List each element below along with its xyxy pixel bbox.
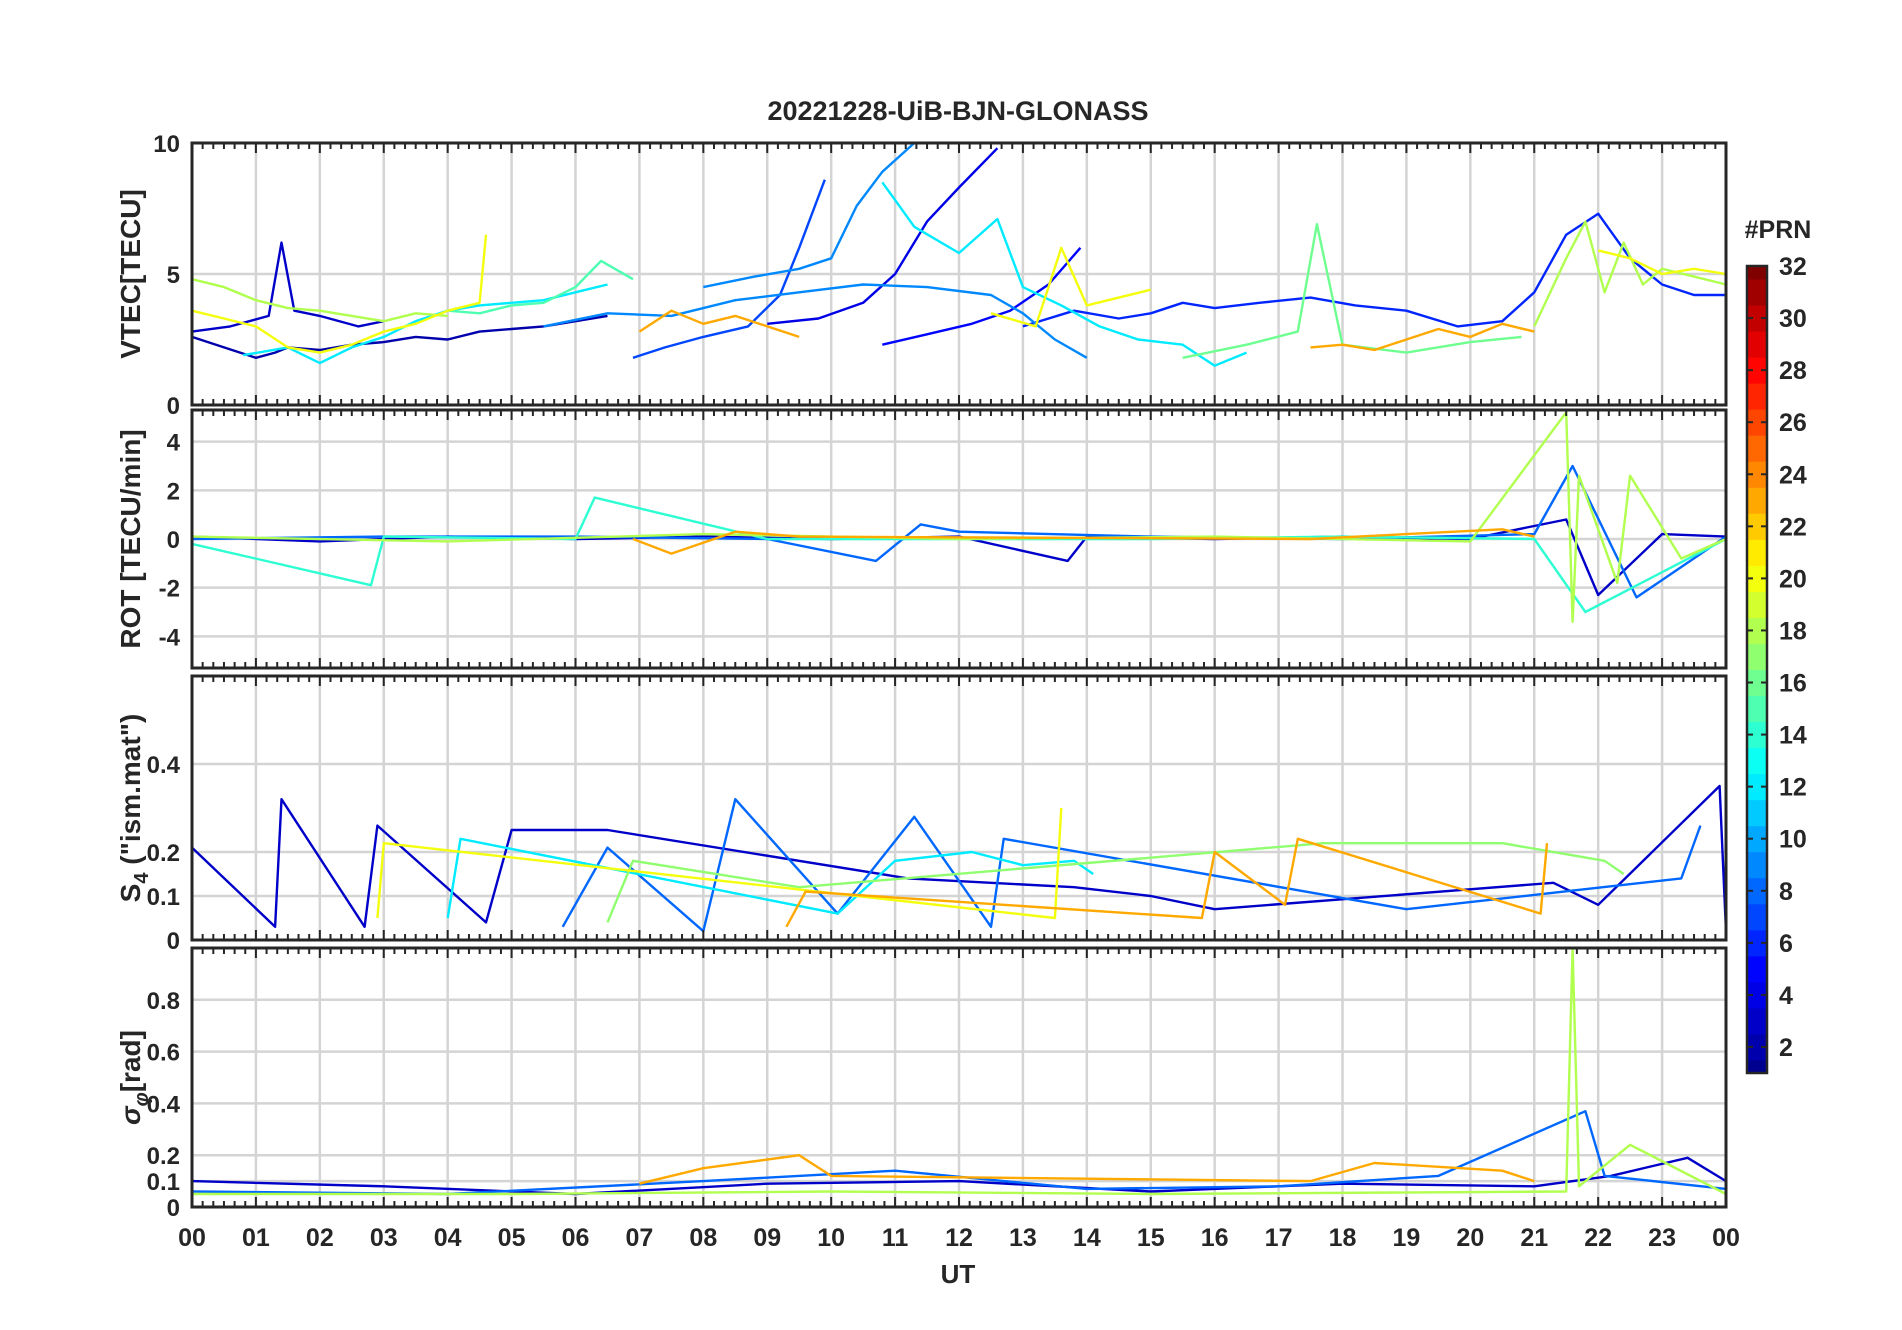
colorbar-tick-label: 18: [1779, 617, 1807, 645]
colorbar-tick-label: 32: [1779, 253, 1807, 281]
colorbar-swatch: [1747, 903, 1767, 931]
colorbar-tick-label: 24: [1779, 461, 1807, 489]
colorbar-swatch: [1747, 331, 1767, 358]
colorbar-tick-label: 4: [1779, 982, 1793, 1010]
colorbar-swatch: [1747, 279, 1767, 306]
x-tick-label: 04: [434, 1224, 462, 1252]
y-tick-label: 0.2: [147, 840, 180, 867]
x-tick-label: 20: [1456, 1224, 1484, 1252]
colorbar-swatch: [1747, 539, 1767, 566]
y-tick-label: 0: [167, 527, 180, 554]
x-tick-label: 17: [1265, 1224, 1293, 1252]
y-axis-label: ROT [TECU/min]: [115, 429, 146, 648]
chart-title: 20221228-UiB-BJN-GLONASS: [767, 96, 1148, 126]
x-tick-label: 05: [498, 1224, 526, 1252]
y-tick-label: -2: [159, 576, 180, 603]
y-axis-label-rest: [rad]: [115, 1030, 146, 1092]
colorbar-tick-label: 14: [1779, 722, 1807, 750]
x-tick-label: 15: [1137, 1224, 1165, 1252]
y-axis-label-main: σ: [115, 1105, 146, 1125]
x-tick-label: 18: [1329, 1224, 1357, 1252]
colorbar-tick-label: 2: [1779, 1034, 1793, 1062]
x-tick-label: 19: [1393, 1224, 1421, 1252]
x-tick-label: 02: [306, 1224, 334, 1252]
x-tick-label: 11: [882, 1224, 909, 1252]
colorbar-swatch: [1747, 799, 1767, 827]
colorbar-swatch: [1747, 435, 1767, 462]
colorbar-swatch: [1747, 1059, 1767, 1074]
x-tick-label: 03: [370, 1224, 398, 1252]
x-tick-label: 08: [689, 1224, 717, 1252]
y-tick-label: 5: [167, 262, 180, 289]
y-tick-label: 0: [167, 928, 180, 955]
colorbar-tick-label: 22: [1779, 513, 1807, 541]
y-tick-label: 0.2: [147, 1143, 180, 1170]
colorbar-swatch: [1747, 591, 1767, 618]
x-tick-label: 00: [1712, 1224, 1740, 1252]
colorbar-tick-label: 12: [1779, 774, 1807, 802]
y-tick-label: 10: [153, 131, 180, 158]
colorbar-tick-label: 8: [1779, 878, 1793, 906]
colorbar-tick-label: 30: [1779, 305, 1807, 333]
y-tick-label: 0.4: [147, 752, 181, 779]
y-tick-label: 2: [167, 478, 180, 505]
colorbar-label: #PRN: [1745, 216, 1812, 244]
x-tick-label: 06: [562, 1224, 590, 1252]
x-axis-label: UT: [941, 1259, 976, 1289]
colorbar-swatch: [1747, 266, 1767, 280]
x-tick-label: 16: [1201, 1224, 1229, 1252]
colorbar-tick-label: 10: [1779, 826, 1807, 854]
x-tick-label: 13: [1009, 1224, 1037, 1252]
x-tick-label: 22: [1584, 1224, 1612, 1252]
x-tick-label: 09: [753, 1224, 781, 1252]
colorbar-swatch: [1747, 487, 1767, 514]
colorbar-swatch: [1747, 695, 1767, 723]
x-tick-label: 01: [242, 1224, 270, 1252]
x-tick-label: 10: [817, 1224, 845, 1252]
figure: 20221228-UiB-BJN-GLONASS 0510VTEC[TECU]-…: [0, 0, 1902, 1330]
y-tick-label: 0: [167, 393, 180, 420]
x-tick-label: 23: [1648, 1224, 1676, 1252]
x-tick-label: 00: [178, 1224, 206, 1252]
y-axis-label-main: VTEC[TECU]: [115, 189, 146, 359]
y-tick-label: 0.6: [147, 1040, 180, 1067]
y-axis-label-sub: φ: [131, 1092, 153, 1106]
y-axis-label-main: ROT [TECU/min]: [115, 429, 146, 648]
colorbar-swatch: [1747, 955, 1767, 983]
colorbar-swatch: [1747, 1007, 1767, 1035]
y-tick-label: 0: [167, 1195, 180, 1222]
colorbar-swatch: [1747, 851, 1767, 879]
colorbar-swatch: [1747, 643, 1767, 670]
y-axis-label-main: S: [115, 884, 146, 903]
colorbar-tick-label: 16: [1779, 670, 1807, 698]
x-tick-label: 07: [626, 1224, 654, 1252]
x-tick-label: 21: [1520, 1224, 1548, 1252]
colorbar-tick-label: 20: [1779, 565, 1807, 593]
y-tick-label: 4: [167, 430, 181, 457]
colorbar-swatch: [1747, 383, 1767, 410]
x-tick-label: 14: [1073, 1224, 1101, 1252]
colorbar-tick-label: 26: [1779, 409, 1807, 437]
colorbar-tick-label: 28: [1779, 357, 1807, 385]
colorbar-tick-label: 6: [1779, 930, 1793, 958]
y-tick-label: -4: [159, 624, 181, 651]
y-tick-label: 0.8: [147, 988, 180, 1015]
y-axis-label: VTEC[TECU]: [115, 189, 146, 359]
x-tick-label: 12: [945, 1224, 973, 1252]
y-axis-label-rest: ("ism.mat"): [115, 714, 146, 873]
colorbar-swatch: [1747, 747, 1767, 775]
y-tick-label: 0.1: [147, 1169, 180, 1196]
y-tick-label: 0.1: [147, 884, 180, 911]
